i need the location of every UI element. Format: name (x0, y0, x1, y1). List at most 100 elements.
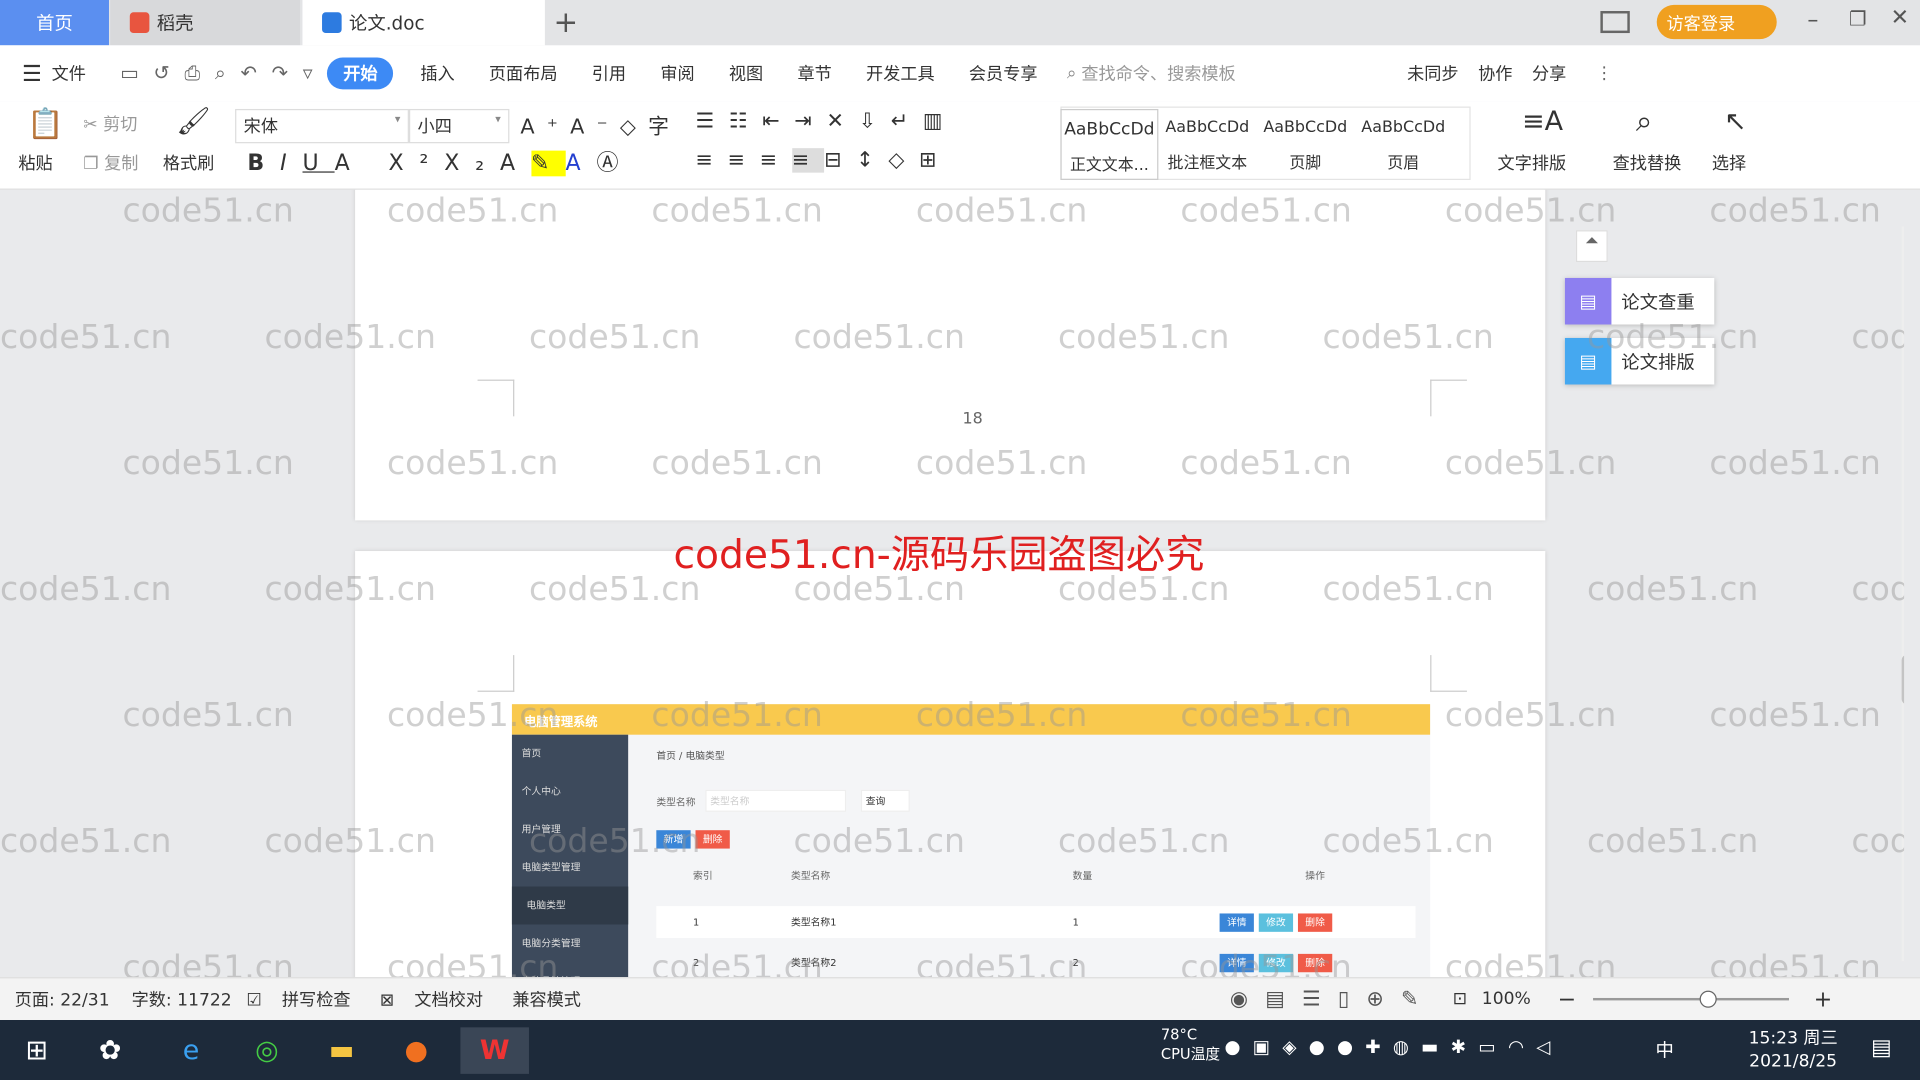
format-painter-button[interactable]: 格式刷 (163, 151, 214, 175)
tab-docer[interactable]: 稻壳 (110, 0, 301, 46)
ribbon-toolbar: 📋 粘贴 ✂ 剪切 ❐ 复制 🖌 格式刷 宋体 ▾ 小四 ▾ A⁺A⁻◇字 BIUA… (0, 101, 1920, 190)
spell-check-button[interactable]: ☑ 拼写检查 (246, 987, 350, 1011)
zoom-level[interactable]: 100% (1482, 989, 1531, 1009)
text-layout-button[interactable]: 文字排版 (1498, 151, 1567, 175)
embed-nav-item: 电脑类型管理 (521, 862, 581, 874)
paste-button[interactable]: 粘贴 (18, 151, 52, 175)
thesis-format-button[interactable]: ▤ 论文排版 (1564, 337, 1715, 385)
style-sample: AaBbCcDd (1064, 120, 1155, 140)
menu-insert[interactable]: 插入 (403, 61, 472, 85)
fit-icon[interactable]: ⊡ (1453, 989, 1467, 1009)
menu-member[interactable]: 会员专享 (952, 61, 1055, 85)
font-size-select[interactable]: 小四 ▾ (408, 108, 510, 144)
style-header[interactable]: AaBbCcDd 页眉 (1354, 109, 1452, 180)
zoom-out-button[interactable]: − (1558, 986, 1576, 1012)
embed-header-cell: 操作 (1305, 870, 1325, 882)
close-button[interactable]: ✕ (1891, 5, 1909, 31)
embed-header-cell: 索引 (693, 870, 713, 882)
embed-cell: 1 (1072, 916, 1079, 928)
page-count[interactable]: 页面: 22/31 (15, 987, 110, 1011)
more-icon[interactable]: ⋮ (1596, 64, 1613, 84)
layout-icon[interactable] (1600, 11, 1630, 34)
quick-access-icons[interactable]: ▭↺⎙⌕↶↷▿ (120, 61, 327, 85)
menu-home[interactable]: 开始 (327, 57, 394, 90)
menu-view[interactable]: 视图 (712, 61, 781, 85)
zoom-in-button[interactable]: + (1814, 986, 1832, 1012)
unsynced-button[interactable]: 未同步 (1407, 61, 1458, 85)
command-search-input[interactable]: 查找命令、搜索模板 (1081, 61, 1235, 85)
margin-mark (1430, 655, 1467, 692)
brush-icon[interactable]: 🖌 (176, 107, 210, 138)
embed-table-header: 索引 类型名称 数量 操作 (656, 869, 1415, 882)
embed-cell: 类型名称2 (791, 956, 837, 968)
font-adjust-icons[interactable]: A⁺A⁻◇字 (520, 109, 681, 139)
menu-chapter[interactable]: 章节 (780, 61, 849, 85)
collab-button[interactable]: 协作 (1478, 61, 1512, 85)
thesis-check-icon: ▤ (1564, 277, 1612, 325)
embed-detail-button: 详情 (1219, 953, 1254, 972)
thesis-check-button[interactable]: ▤ 论文查重 (1564, 277, 1715, 325)
word-count[interactable]: 字数: 11722 (132, 987, 232, 1011)
menu-references[interactable]: 引用 (575, 61, 644, 85)
embed-table-row: 2 类型名称2 2 详情 修改 删除 (656, 947, 1415, 978)
style-body[interactable]: AaBbCcDd 正文文本... (1060, 108, 1159, 181)
restore-button[interactable]: ❐ (1849, 7, 1867, 30)
hamburger-icon[interactable]: ☰ (22, 61, 42, 87)
app-icon[interactable]: ✿ (86, 1027, 135, 1074)
tab-label: 稻壳 (156, 12, 194, 35)
margin-mark (477, 655, 515, 692)
text-layout-icon[interactable]: ≡A (1522, 107, 1563, 138)
app-icon[interactable]: ● (392, 1027, 441, 1074)
style-comment[interactable]: AaBbCcDd 批注框文本 (1158, 109, 1256, 180)
cut-button[interactable]: ✂ 剪切 (83, 111, 137, 135)
ie-icon[interactable]: e (167, 1027, 216, 1074)
style-footer[interactable]: AaBbCcDd 页脚 (1256, 109, 1354, 180)
copy-button[interactable]: ❐ 复制 (83, 151, 138, 175)
cursor-icon[interactable]: ↖ (1724, 107, 1747, 138)
thesis-check-label: 论文查重 (1621, 290, 1695, 313)
align-icons[interactable]: ≡≡≡≡⊟↕◇⊞ (696, 148, 952, 173)
tab-document[interactable]: 论文.doc (302, 0, 545, 46)
minimize-button[interactable]: – (1807, 7, 1818, 33)
watermark: code51.cn (0, 822, 172, 861)
menu-developer[interactable]: 开发工具 (849, 61, 952, 85)
tray-icons[interactable]: ●▣◈●●✚◍▬✱▭◠◁ (1224, 1036, 1562, 1058)
proofread-button[interactable]: ⊠ 文档校对 (380, 987, 483, 1011)
find-icon[interactable]: ⌕ (1636, 104, 1652, 138)
ime-indicator[interactable]: 中 (1656, 1037, 1674, 1063)
embed-remove-button: 删除 (1297, 912, 1333, 932)
find-replace-button[interactable]: 查找替换 (1613, 151, 1682, 175)
style-sample: AaBbCcDd (1263, 118, 1348, 138)
menu-file[interactable]: 文件 (42, 61, 103, 85)
menu-layout[interactable]: 页面布局 (472, 61, 575, 85)
login-button[interactable]: 访客登录 (1656, 4, 1777, 40)
notification-icon[interactable]: ▤ (1871, 1035, 1892, 1061)
embed-cell: 2 (693, 956, 700, 968)
paragraph-icons[interactable]: ☰☷⇤⇥✕⇩↵▥ (696, 109, 958, 133)
collapse-panel-button[interactable]: ⏶ (1575, 230, 1608, 263)
scrollbar[interactable] (1901, 226, 1905, 962)
watermark: code51.cn (1586, 570, 1759, 609)
embed-nav-item: 电脑类型 (511, 886, 629, 925)
paste-icon[interactable]: 📋 (27, 107, 64, 141)
view-mode-icons[interactable]: ◉▤☰▯⊕✎ (1230, 987, 1436, 1011)
embed-header-cell: 数量 (1072, 870, 1093, 882)
browser-icon[interactable]: ◎ (242, 1027, 291, 1074)
tab-home[interactable]: 首页 (0, 0, 109, 46)
embed-sidebar: 首页 个人中心 用户管理 电脑类型管理 电脑类型 电脑分类管理 电脑品牌管理 (511, 734, 629, 978)
new-tab-button[interactable]: + (553, 5, 578, 39)
watermark: code51.cn (1851, 318, 1904, 357)
date: 2021/8/25 (1749, 1051, 1838, 1072)
text-format-icons[interactable]: BIUA X²X₂A✎AⒶ (247, 146, 634, 178)
clock[interactable]: 15:23 周三 2021/8/25 (1749, 1027, 1838, 1074)
embed-nav-item: 用户管理 (521, 824, 561, 836)
zoom-slider[interactable] (1593, 990, 1790, 1008)
menu-review[interactable]: 审阅 (643, 61, 712, 85)
share-button[interactable]: 分享 (1532, 61, 1566, 85)
explorer-icon[interactable]: ▬ (317, 1027, 366, 1074)
select-button[interactable]: 选择 (1712, 151, 1746, 175)
style-name: 页眉 (1387, 154, 1420, 173)
font-select[interactable]: 宋体 ▾ (235, 108, 409, 144)
wps-icon[interactable]: W (460, 1027, 529, 1074)
start-icon[interactable]: ⊞ (12, 1027, 61, 1074)
